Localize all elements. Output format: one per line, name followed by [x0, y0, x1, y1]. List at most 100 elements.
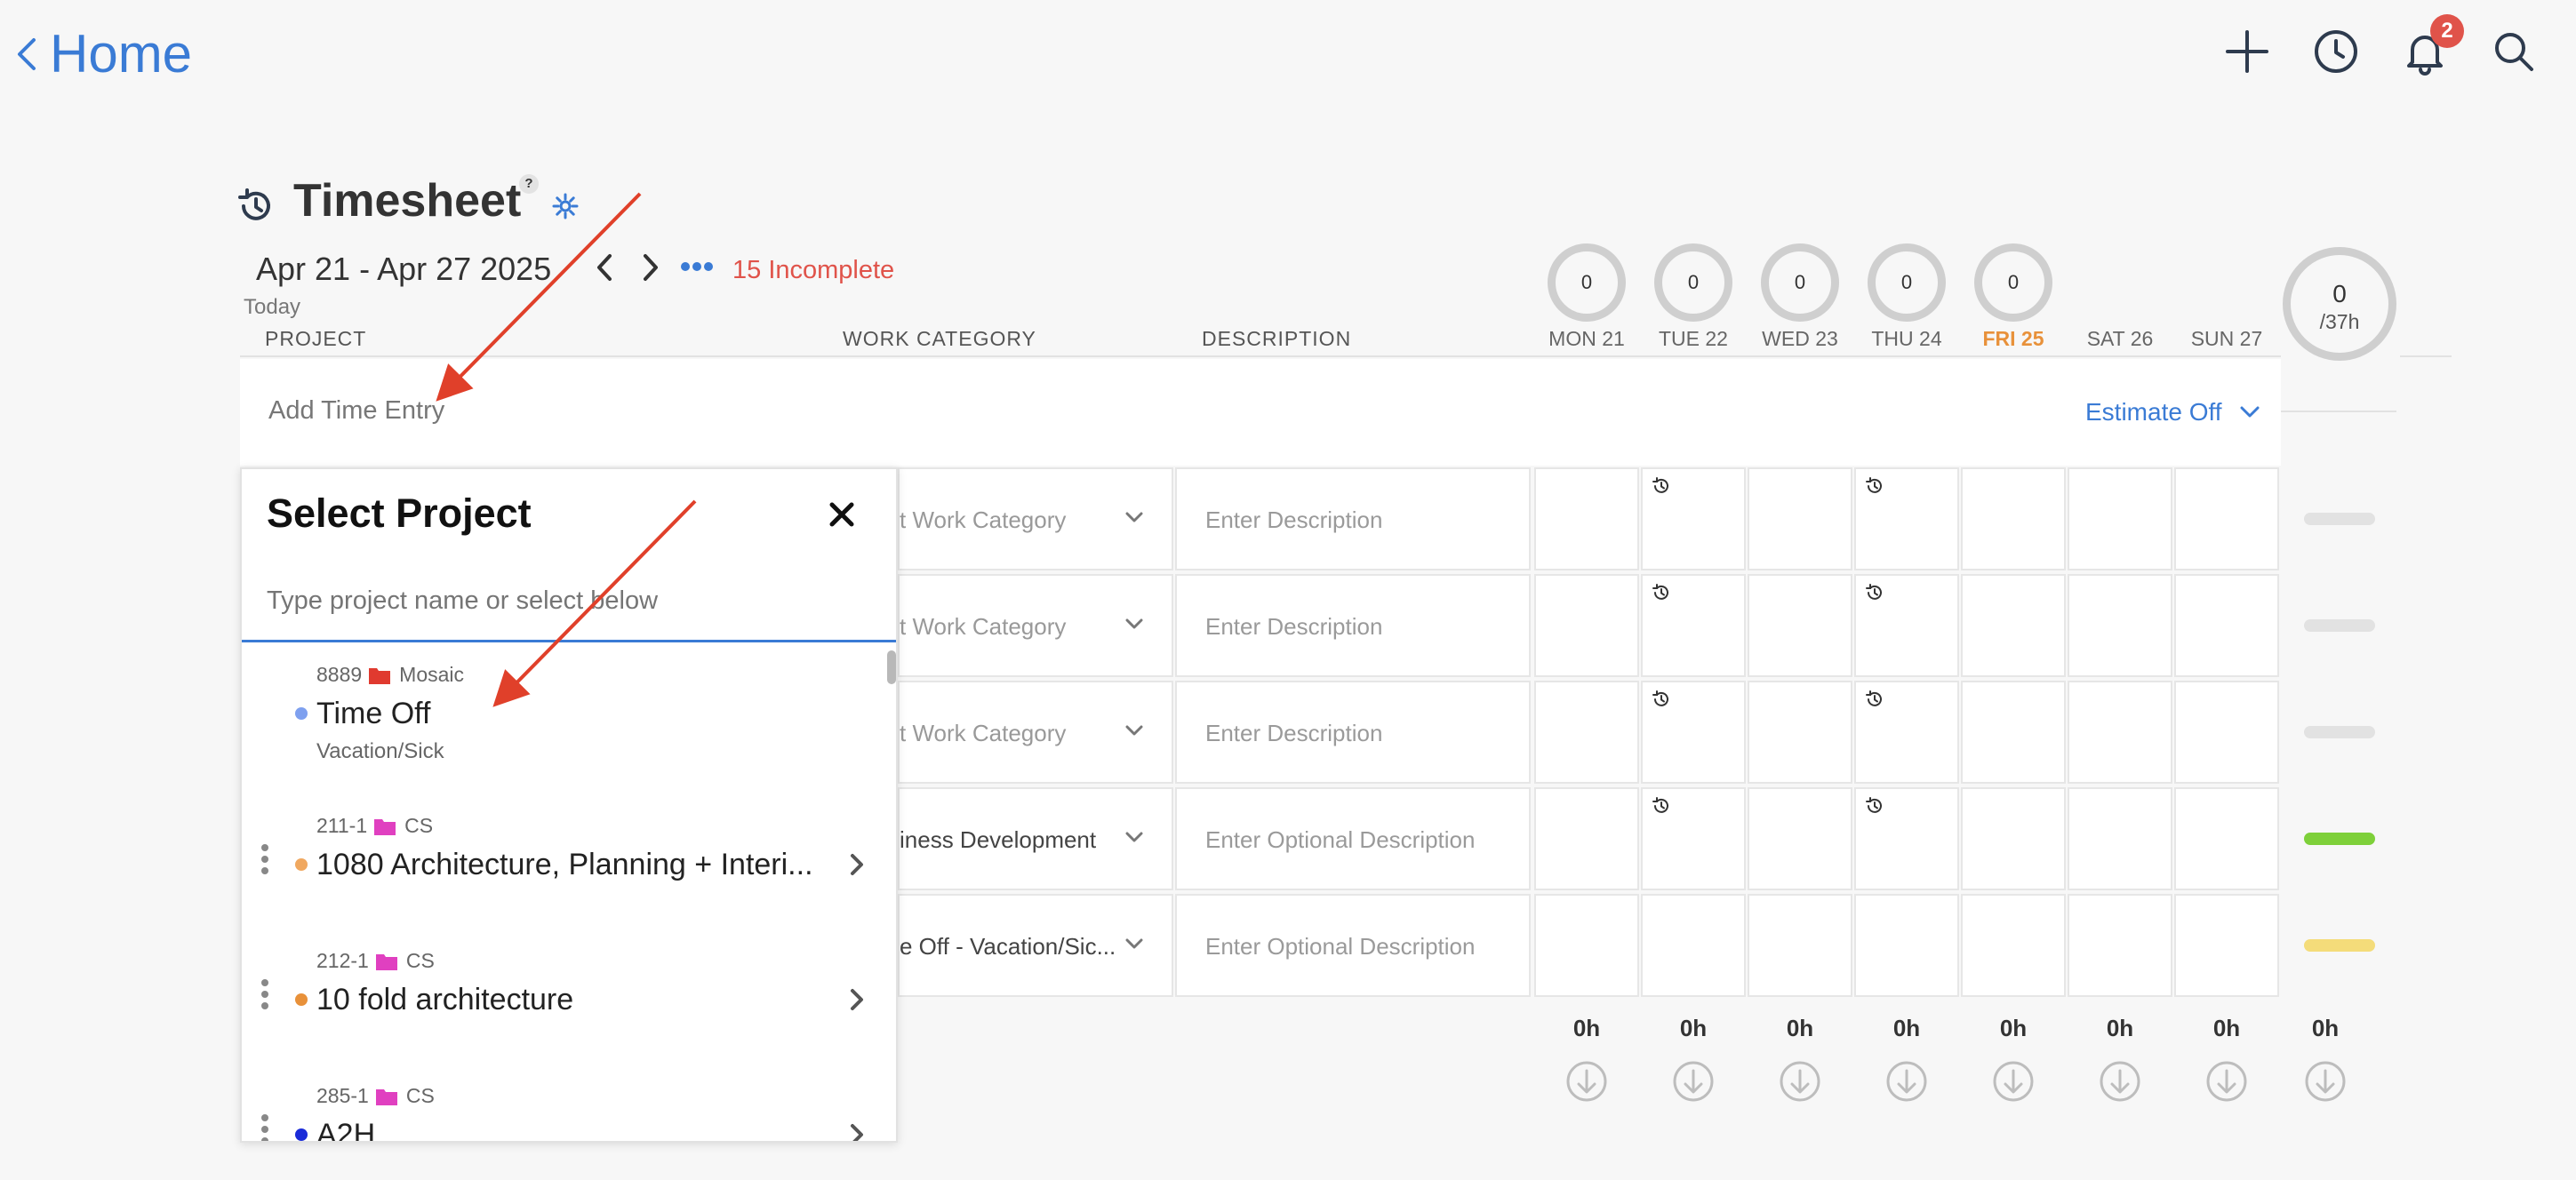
add-time-entry-label[interactable]: Add Time Entry — [268, 396, 444, 426]
day-total-circle: 0 — [1974, 243, 2052, 322]
copy-down-icon[interactable] — [1884, 1059, 1929, 1104]
hours-cell[interactable] — [1534, 894, 1639, 997]
copy-down-icon[interactable] — [2098, 1059, 2142, 1104]
settings-button[interactable] — [551, 192, 580, 220]
project-item[interactable]: 212-1 CS 10 fold architecture — [242, 933, 887, 1066]
hours-cell[interactable] — [1961, 787, 2066, 890]
hours-cell[interactable] — [2174, 467, 2279, 570]
hours-cell[interactable] — [2068, 894, 2172, 997]
day-label: SAT 26 — [2086, 327, 2154, 350]
description-cell[interactable]: Enter Optional Description — [1175, 894, 1531, 997]
kebab-menu-icon[interactable] — [261, 979, 272, 1014]
day-hours-total: 0h — [2212, 1015, 2241, 1041]
hours-cell[interactable] — [1641, 681, 1746, 784]
hours-cell[interactable] — [2068, 681, 2172, 784]
prev-week-button[interactable] — [592, 252, 617, 283]
history-icon[interactable] — [1652, 583, 1671, 602]
description-cell[interactable]: Enter Description — [1175, 467, 1531, 570]
hours-cell[interactable] — [2174, 787, 2279, 890]
search-button[interactable] — [2489, 27, 2539, 76]
chevron-right-icon[interactable] — [850, 1123, 864, 1141]
hours-cell[interactable] — [1854, 787, 1959, 890]
add-time-entry-row[interactable] — [240, 359, 2281, 466]
history-icon[interactable] — [236, 187, 276, 226]
copy-down-icon[interactable] — [2303, 1059, 2348, 1104]
history-icon[interactable] — [1865, 476, 1884, 496]
kebab-menu-icon[interactable] — [261, 844, 272, 879]
add-button[interactable] — [2222, 27, 2272, 76]
chevron-right-icon[interactable] — [850, 853, 864, 876]
work-category-cell[interactable]: iness Development — [898, 787, 1173, 890]
description-cell[interactable]: Enter Optional Description — [1175, 787, 1531, 890]
hours-cell[interactable] — [1534, 467, 1639, 570]
hours-cell[interactable] — [1961, 894, 2066, 997]
copy-down-icon[interactable] — [2204, 1059, 2249, 1104]
copy-down-icon[interactable] — [1778, 1059, 1822, 1104]
home-back-link[interactable]: Home — [16, 23, 192, 84]
hours-cell[interactable] — [1961, 467, 2066, 570]
history-icon[interactable] — [1652, 476, 1671, 496]
hours-cell[interactable] — [2068, 574, 2172, 677]
more-options-button[interactable] — [681, 261, 713, 272]
chevron-down-icon — [1125, 725, 1143, 736]
copy-down-icon[interactable] — [1671, 1059, 1716, 1104]
hours-cell[interactable] — [1641, 894, 1746, 997]
chevron-down-icon — [1125, 512, 1143, 522]
scrollbar[interactable] — [887, 650, 896, 684]
project-search-input[interactable] — [267, 586, 871, 616]
hours-cell[interactable] — [1641, 787, 1746, 890]
hours-cell[interactable] — [1854, 681, 1959, 784]
description-cell[interactable]: Enter Description — [1175, 574, 1531, 677]
header-divider — [240, 355, 2281, 357]
description-cell[interactable]: Enter Description — [1175, 681, 1531, 784]
project-item[interactable]: 211-1 CS 1080 Architecture, Planning + I… — [242, 798, 887, 931]
history-icon[interactable] — [1652, 690, 1671, 709]
hours-cell[interactable] — [1641, 467, 1746, 570]
history-icon[interactable] — [1865, 796, 1884, 816]
description-input: Enter Optional Description — [1205, 933, 1476, 960]
hours-cell[interactable] — [1534, 787, 1639, 890]
copy-down-icon[interactable] — [1991, 1059, 2036, 1104]
next-week-button[interactable] — [638, 252, 663, 283]
estimate-toggle[interactable]: Estimate Off — [2085, 398, 2260, 427]
day-hours-total: 0h — [1572, 1015, 1601, 1041]
hours-cell[interactable] — [1534, 574, 1639, 677]
work-category-cell[interactable]: t Work Category — [898, 681, 1173, 784]
hours-cell[interactable] — [2068, 787, 2172, 890]
today-link[interactable]: Today — [244, 295, 300, 320]
copy-down-icon[interactable] — [1564, 1059, 1609, 1104]
chevron-right-icon[interactable] — [850, 988, 864, 1011]
hours-cell[interactable] — [2174, 574, 2279, 677]
hours-cell[interactable] — [1748, 681, 1852, 784]
hours-cell[interactable] — [1961, 574, 2066, 677]
hours-cell[interactable] — [1854, 574, 1959, 677]
hours-cell[interactable] — [2174, 894, 2279, 997]
close-button[interactable] — [828, 501, 855, 528]
work-category-cell[interactable]: t Work Category — [898, 467, 1173, 570]
project-item-time-off[interactable]: 8889 Mosaic Time Off Vacation/Sick — [242, 647, 887, 780]
help-icon[interactable]: ? — [519, 174, 539, 194]
date-range[interactable]: Apr 21 - Apr 27 2025 — [256, 251, 551, 288]
history-icon[interactable] — [1652, 796, 1671, 816]
kebab-menu-icon[interactable] — [261, 1114, 272, 1141]
hours-cell[interactable] — [1748, 574, 1852, 677]
hours-cell[interactable] — [1748, 787, 1852, 890]
hours-cell[interactable] — [2174, 681, 2279, 784]
row-status-bar — [2304, 939, 2375, 952]
day-total-circle: 0 — [1654, 243, 1732, 322]
hours-cell[interactable] — [1961, 681, 2066, 784]
hours-cell[interactable] — [1748, 467, 1852, 570]
history-icon[interactable] — [1865, 690, 1884, 709]
work-category-cell[interactable]: t Work Category — [898, 574, 1173, 677]
project-item[interactable]: 285-1 CS A2H — [242, 1068, 887, 1141]
history-icon[interactable] — [1865, 583, 1884, 602]
hours-cell[interactable] — [1641, 574, 1746, 677]
hours-cell[interactable] — [2068, 467, 2172, 570]
timer-button[interactable] — [2311, 27, 2361, 76]
hours-cell[interactable] — [1534, 681, 1639, 784]
hours-cell[interactable] — [1854, 467, 1959, 570]
hours-cell[interactable] — [1748, 894, 1852, 997]
work-category-cell[interactable]: e Off - Vacation/Sic... — [898, 894, 1173, 997]
incomplete-count[interactable]: 15 Incomplete — [732, 256, 894, 285]
hours-cell[interactable] — [1854, 894, 1959, 997]
